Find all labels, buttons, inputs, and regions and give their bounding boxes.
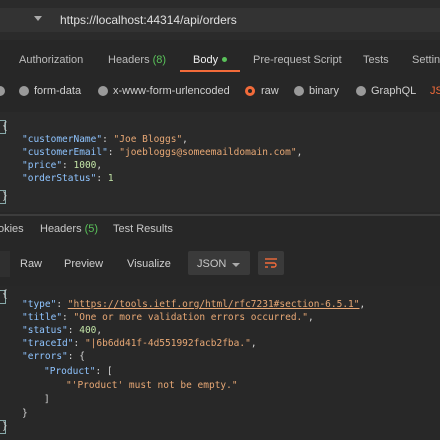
json-number: 1 — [107, 173, 114, 184]
code-line: "status": 400, — [22, 325, 103, 336]
format-label: JSON — [197, 258, 227, 270]
tab-authorization[interactable]: Authorization — [19, 54, 83, 66]
json-key: "traceId" — [22, 338, 74, 349]
json-key: "price" — [22, 160, 63, 171]
tab-label: Headers — [40, 223, 82, 235]
json-key: "customerName" — [22, 134, 103, 145]
preview-button[interactable]: Preview — [64, 258, 103, 270]
modified-dot-icon — [222, 57, 228, 62]
radio-raw[interactable] — [245, 86, 255, 96]
json-key: "errors" — [22, 351, 68, 362]
tab-response-headers[interactable]: Headers (5) — [40, 223, 98, 235]
code-brace: { — [2, 289, 8, 300]
code-line: "customerName": "Joe Bloggs", — [22, 134, 188, 145]
active-tab-indicator — [180, 70, 240, 72]
radio-label-urlencoded[interactable]: x-www-form-urlencoded — [113, 85, 230, 97]
radio-form-data[interactable] — [19, 86, 29, 96]
tab-label: Headers — [108, 54, 150, 66]
json-string: "'Product' must not be empty." — [66, 380, 238, 391]
tab-label: Authorization — [19, 54, 84, 66]
json-string: "joebloggs@someemaildomain.com" — [119, 147, 297, 158]
tab-cookies[interactable]: okies — [0, 223, 24, 235]
code-bracket: ] — [44, 394, 50, 405]
chevron-down-icon — [232, 263, 240, 267]
pretty-button[interactable] — [0, 251, 10, 277]
code-line: "customerEmail": "joebloggs@someemaildom… — [22, 147, 303, 158]
code-brace: } — [2, 191, 8, 202]
json-key: "orderStatus" — [22, 173, 97, 184]
code-line: "errors": { — [22, 351, 85, 362]
tab-headers[interactable]: Headers (8) — [108, 54, 166, 66]
json-number: 400 — [79, 325, 97, 336]
wrap-lines-icon — [265, 258, 277, 268]
json-key: "title" — [22, 312, 63, 323]
code-line: "type": "https://tools.ietf.org/html/rfc… — [22, 299, 366, 310]
pane-divider[interactable] — [0, 214, 440, 216]
headers-count: (5) — [84, 223, 99, 235]
visualize-button[interactable]: Visualize — [127, 258, 171, 270]
code-line: "Product": [ — [44, 366, 113, 377]
radio-x-www-form-urlencoded[interactable] — [98, 86, 108, 96]
tab-tests[interactable]: Tests — [363, 54, 389, 66]
headers-count: (8) — [152, 54, 167, 66]
language-dropdown[interactable]: JS — [430, 85, 440, 97]
tab-pre-request-script[interactable]: Pre-request Script — [253, 54, 342, 66]
code-line: "title": "One or more validation errors … — [22, 312, 314, 323]
json-link[interactable]: "https://tools.ietf.org/html/rfc7231#sec… — [68, 299, 360, 310]
code-line: "'Product' must not be empty." — [66, 380, 238, 391]
json-number: 1000 — [73, 160, 97, 171]
tab-label: Body — [193, 54, 219, 66]
chevron-down-icon[interactable] — [34, 16, 42, 21]
code-brace: { — [2, 121, 8, 132]
json-string: "Joe Bloggs" — [113, 134, 183, 145]
tab-label: Settin — [412, 54, 440, 66]
json-string: "|6b6dd41f-4d551992facb2fba." — [84, 338, 251, 349]
code-line: "price": 1000, — [22, 160, 103, 171]
json-key: "customerEmail" — [22, 147, 108, 158]
code-line: "orderStatus": 1 — [22, 173, 114, 184]
radio-label-form-data[interactable]: form-data — [34, 85, 81, 97]
radio-label-raw[interactable]: raw — [261, 85, 279, 97]
radio-graphql[interactable] — [356, 86, 366, 96]
tab-label: Pre-request Script — [253, 54, 342, 66]
json-key: "type" — [22, 299, 57, 310]
radio-binary[interactable] — [294, 86, 304, 96]
code-brace: } — [22, 408, 28, 419]
url-text[interactable]: https://localhost:44314/api/orders — [60, 13, 237, 27]
json-string: "One or more validation errors occurred.… — [73, 312, 309, 323]
tab-body[interactable]: Body — [193, 54, 228, 66]
tab-settings[interactable]: Settin — [412, 54, 440, 66]
radio-label-graphql[interactable]: GraphQL — [371, 85, 416, 97]
tab-test-results[interactable]: Test Results — [113, 223, 173, 235]
code-brace: } — [2, 421, 8, 432]
json-key: "status" — [22, 325, 68, 336]
radio-label-binary[interactable]: binary — [309, 85, 339, 97]
radio-none[interactable] — [0, 86, 5, 96]
raw-button[interactable]: Raw — [20, 258, 42, 270]
tab-label: Tests — [363, 54, 389, 66]
json-key: "Product" — [44, 366, 96, 377]
code-line: "traceId": "|6b6dd41f-4d551992facb2fba."… — [22, 338, 257, 349]
